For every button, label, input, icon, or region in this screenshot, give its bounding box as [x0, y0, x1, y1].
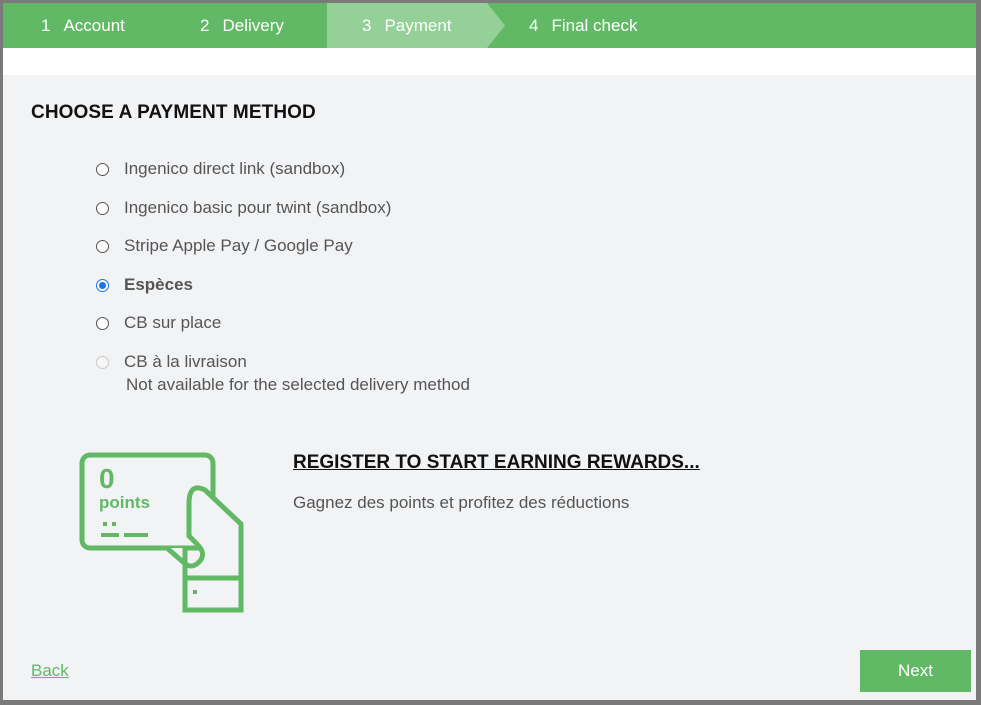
step-number: 2 — [200, 15, 210, 35]
payment-method-option[interactable]: Stripe Apple Pay / Google Pay — [96, 235, 470, 274]
rewards-subtitle: Gagnez des points et profitez des réduct… — [293, 493, 630, 512]
payment-method-label: CB à la livraison — [124, 351, 247, 371]
payment-method-option-selected[interactable]: Espèces — [96, 274, 470, 313]
checkout-window: 1 Account 2 Delivery 3 Payment 4 Final c… — [3, 3, 976, 700]
step-label: Payment — [384, 15, 452, 35]
payment-method-label: Ingenico direct link (sandbox) — [124, 159, 346, 178]
next-button[interactable]: Next — [860, 650, 971, 692]
payment-method-label: Ingenico basic pour twint (sandbox) — [124, 197, 392, 217]
step-label: Final check — [551, 15, 638, 35]
page-title: CHOOSE A PAYMENT METHOD — [31, 102, 316, 123]
payment-method-option[interactable]: Ingenico direct link (sandbox) — [96, 158, 470, 197]
loyalty-card-hand-icon: 0 points — [79, 452, 249, 622]
payment-method-option-disabled: CB à la livraison — [96, 351, 470, 377]
radio-button[interactable] — [96, 201, 109, 215]
radio-button-disabled — [96, 355, 109, 369]
payment-method-list: Ingenico direct link (sandbox) Ingenico … — [96, 158, 470, 395]
unavailable-note: Not available for the selected delivery … — [126, 374, 470, 394]
step-account[interactable]: 1 Account — [41, 3, 125, 48]
back-link[interactable]: Back — [31, 661, 69, 681]
step-label: Account — [63, 15, 125, 35]
step-number: 4 — [529, 15, 539, 35]
register-rewards-link[interactable]: REGISTER TO START EARNING REWARDS... — [293, 452, 700, 474]
radio-button[interactable] — [96, 240, 109, 254]
payment-method-option[interactable]: CB sur place — [96, 312, 470, 351]
step-final-check[interactable]: 4 Final check — [529, 3, 637, 48]
radio-button[interactable] — [96, 317, 109, 331]
payment-method-label: CB sur place — [124, 313, 222, 333]
payment-method-label: Espèces — [124, 274, 193, 294]
payment-content: CHOOSE A PAYMENT METHOD Ingenico direct … — [3, 75, 976, 700]
payment-method-label: Stripe Apple Pay / Google Pay — [124, 236, 353, 256]
step-delivery[interactable]: 2 Delivery — [200, 3, 284, 48]
checkout-steps-bar: 1 Account 2 Delivery 3 Payment 4 Final c… — [3, 3, 976, 48]
card-points-label: points — [99, 493, 150, 512]
radio-button[interactable] — [96, 163, 109, 176]
radio-button-checked[interactable] — [96, 278, 109, 292]
step-payment[interactable]: 3 Payment — [362, 3, 452, 48]
step-number: 1 — [41, 15, 51, 35]
payment-method-option[interactable]: Ingenico basic pour twint (sandbox) — [96, 197, 470, 236]
step-number: 3 — [362, 15, 372, 35]
card-points-value: 0 — [99, 463, 115, 494]
step-label: Delivery — [222, 15, 284, 35]
